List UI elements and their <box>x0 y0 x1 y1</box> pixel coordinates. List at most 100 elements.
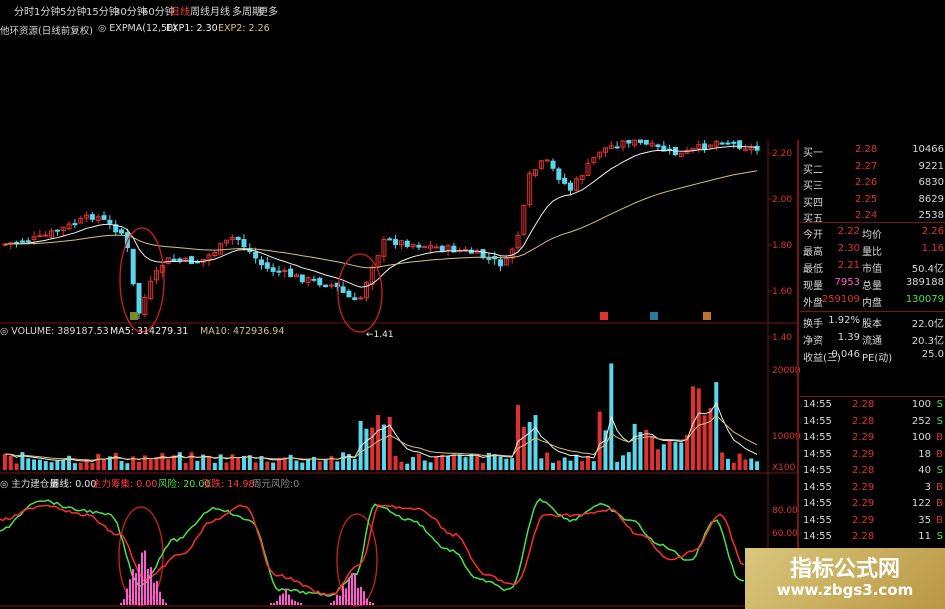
stat-label: 均价 <box>862 230 882 241</box>
volume-bar <box>125 463 130 470</box>
stat-label: 内盘 <box>862 298 882 309</box>
candle <box>626 140 632 144</box>
volume-bar <box>265 461 270 470</box>
candle <box>725 142 731 145</box>
volume-bar <box>166 459 171 470</box>
tick-time: 14:55 <box>803 399 832 410</box>
bid-volume: 8629 <box>918 193 944 205</box>
accumulation-bar <box>120 603 122 605</box>
tick-row: 14:55 2.29 35 B <box>800 515 945 531</box>
candle <box>328 284 334 287</box>
candle <box>194 261 200 264</box>
candle <box>288 268 294 277</box>
stat-value: 25.0 <box>921 349 944 360</box>
volume-bar <box>119 461 124 470</box>
volume-bar <box>533 415 538 470</box>
volume-bar <box>241 455 246 470</box>
volume-bar <box>737 453 742 470</box>
stat-label: 流通 <box>862 336 882 347</box>
candle <box>43 234 49 237</box>
candle <box>130 248 136 285</box>
stat-value: 22.0亿 <box>911 319 944 330</box>
volume-bar <box>142 455 147 470</box>
accumulation-bar <box>165 603 167 605</box>
volume-bar <box>585 455 590 470</box>
tick-time: 14:55 <box>803 481 832 493</box>
accumulation-bar <box>156 581 158 605</box>
stat-label: 净资 <box>803 336 823 347</box>
volume-axis-label: 10000 <box>772 432 800 442</box>
price-axis-label: 1.40 <box>772 333 792 343</box>
tick-price: 2.28 <box>852 531 875 542</box>
quote-divider <box>800 222 945 223</box>
stat-value: 1.39 <box>837 332 860 343</box>
volume-bar <box>492 454 497 470</box>
volume-bar <box>580 461 585 470</box>
highlight-circle <box>337 253 383 333</box>
stat-row: 外盘 259109 内盘 130079 <box>800 294 945 309</box>
chart-area[interactable]: 2.20 2.00 1.80 1.60 1.40 20000 10000 X100 80.00 6… <box>0 0 800 609</box>
stat-label: 现量 <box>803 281 823 292</box>
volume-bar <box>539 458 544 470</box>
accumulation-bar <box>141 552 143 605</box>
volume-bar <box>37 459 42 470</box>
volume-bar <box>527 421 532 470</box>
volume-bar <box>661 444 666 470</box>
tick-row: 14:55 2.28 100 S <box>800 399 945 415</box>
tick-row: 14:55 2.29 100 B <box>800 432 945 448</box>
volume-bar <box>84 460 89 470</box>
tick-side: B <box>936 448 943 460</box>
accumulation-bar <box>276 601 278 605</box>
tick-side: B <box>936 514 943 526</box>
volume-bar <box>148 459 153 470</box>
volume-bar <box>300 462 305 470</box>
volume-bar <box>498 456 503 470</box>
candle <box>253 251 259 259</box>
candle <box>568 182 573 191</box>
volume-bar <box>411 457 416 470</box>
stat-row: 最低 2.21 市值 50.4亿 <box>800 260 945 275</box>
stat-label: 量比 <box>862 247 882 258</box>
stat-value: 2.30 <box>837 243 860 254</box>
volume-bar <box>451 453 456 470</box>
volume-bar <box>32 459 37 470</box>
volume-bar <box>236 458 241 470</box>
volume-bar <box>370 427 375 470</box>
accumulation-bar <box>273 602 275 605</box>
bid-price: 2.25 <box>855 193 878 205</box>
candle <box>270 267 276 272</box>
tick-time: 14:55 <box>803 415 832 427</box>
accumulation-bar <box>150 567 152 605</box>
candle <box>54 229 60 232</box>
candle <box>550 160 556 169</box>
tick-volume: 100 <box>911 432 931 443</box>
accumulation-bar <box>129 579 131 605</box>
main-force-line <box>0 504 745 596</box>
candle <box>25 240 31 243</box>
candle <box>556 168 562 180</box>
stat-value: 389188 <box>905 277 944 288</box>
tick-price: 2.29 <box>852 481 875 493</box>
volume-bar <box>416 453 421 470</box>
tick-volume: 100 <box>911 399 931 410</box>
accumulation-bar <box>294 600 296 605</box>
volume-bar <box>253 462 258 470</box>
tick-row: 14:55 2.29 3 B <box>800 482 945 498</box>
candle <box>480 249 486 259</box>
volume-bar <box>655 449 660 470</box>
candle <box>393 239 399 245</box>
expma-fast-line <box>4 145 758 288</box>
quote-divider <box>800 396 945 397</box>
accumulation-bar <box>366 598 368 605</box>
volume-bar <box>271 462 276 470</box>
volume-bar <box>463 457 468 470</box>
candle <box>311 278 317 281</box>
candle <box>19 240 25 243</box>
stock-chart-window: 分时 1分钟 5分钟 15分钟 30分钟 60分钟 日线 周线 月线 多周期 更多 他环资源(日线前… <box>0 0 945 609</box>
tick-time: 14:55 <box>803 498 832 509</box>
tick-row: 14:55 2.28 40 S <box>800 465 945 481</box>
stat-value: 2.21 <box>837 260 860 271</box>
volume-bar <box>743 459 748 470</box>
indicator-value-3: 涨跌: 14.98 <box>202 479 255 490</box>
bid-volume: 2538 <box>918 210 944 221</box>
